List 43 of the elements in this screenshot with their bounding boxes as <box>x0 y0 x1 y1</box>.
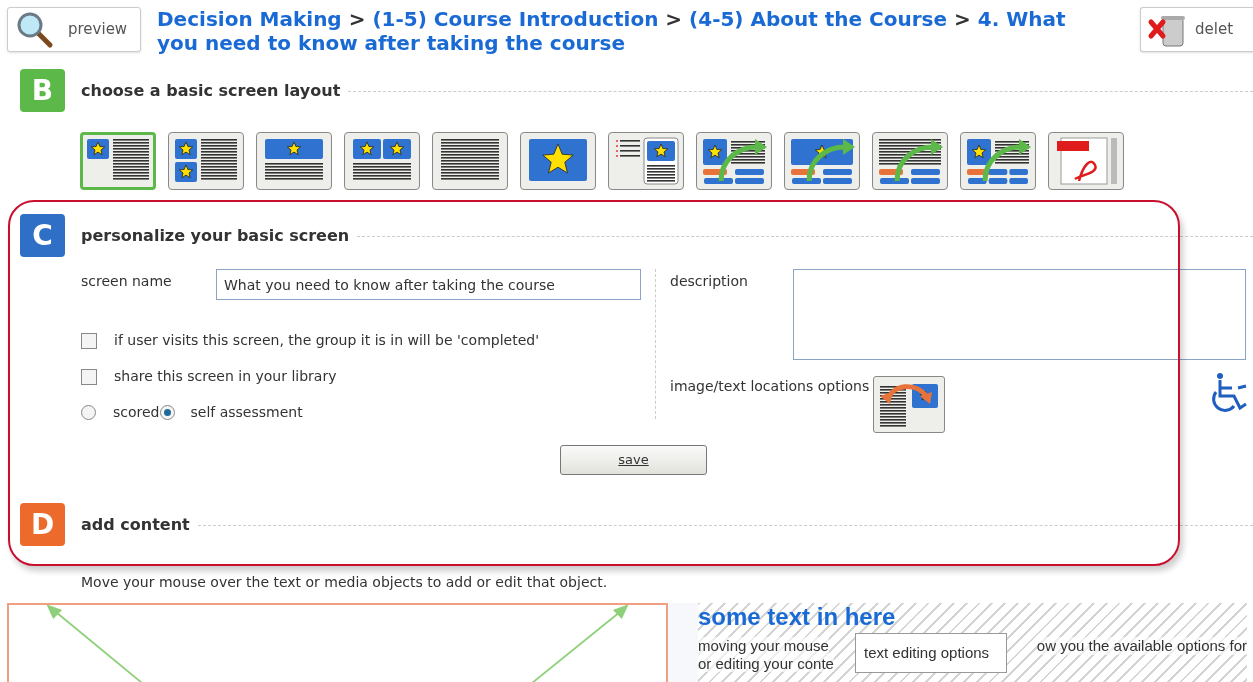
radio-label: self assessment <box>190 403 303 422</box>
field-label: image/text locations options <box>670 377 870 396</box>
section-title: choose a basic screen layout <box>81 79 341 102</box>
tooltip: text editing options <box>855 633 1007 673</box>
layout-option[interactable] <box>696 132 772 190</box>
radio-label: scored <box>113 403 160 422</box>
checkbox-label: if user visits this screen, the group it is in will be 'completed' <box>114 331 539 350</box>
swap-layout-button[interactable] <box>873 376 946 433</box>
layout-option[interactable] <box>520 132 596 190</box>
content-heading: some text in here <box>698 603 897 631</box>
radio-button[interactable] <box>81 405 96 420</box>
section-badge: C <box>20 214 65 257</box>
layout-option[interactable] <box>872 132 948 190</box>
delete-button[interactable]: delet <box>1140 7 1253 52</box>
checkbox[interactable] <box>81 368 97 385</box>
layout-option[interactable] <box>168 132 244 190</box>
field-label: description <box>670 272 749 291</box>
field-label: screen name <box>81 272 173 291</box>
radio-button[interactable] <box>159 405 175 420</box>
layout-option[interactable] <box>608 132 684 190</box>
wheelchair-icon[interactable] <box>1210 372 1248 414</box>
magnifier-icon <box>16 10 54 49</box>
description-field[interactable] <box>793 269 1246 360</box>
layout-option[interactable] <box>960 132 1036 190</box>
layout-option[interactable] <box>432 132 508 190</box>
instruction-text: Move your mouse over the text or media objects to add or edit that object. <box>81 573 609 592</box>
checkbox[interactable] <box>81 332 97 349</box>
save-button[interactable]: save <box>560 445 707 475</box>
layout-option[interactable] <box>344 132 420 190</box>
preview-button[interactable]: preview <box>7 7 141 52</box>
section-title: personalize your basic screen <box>81 224 350 247</box>
layout-option[interactable] <box>80 132 156 190</box>
body-text: moving your mouse <box>698 637 829 655</box>
section-badge: D <box>20 503 65 546</box>
breadcrumb-path[interactable]: Decision Making > (1-5) Course Introduction > (4-5) About the Course > 4. What you need to know after taking the course <box>157 7 1102 55</box>
screen-name-field[interactable]: What you need to know after taking the course <box>216 269 641 300</box>
section-title: add content <box>81 513 190 536</box>
checkbox-label: share this screen in your library <box>114 367 337 386</box>
body-text: ow you the available options for <box>1036 637 1247 655</box>
section-badge: B <box>20 69 65 112</box>
body-text: or editing your conte <box>698 655 834 672</box>
text-block[interactable]: some text in here moving your mouse ow you the available options for or editing your conte text editing options <box>698 603 1247 682</box>
layout-option[interactable] <box>256 132 332 190</box>
